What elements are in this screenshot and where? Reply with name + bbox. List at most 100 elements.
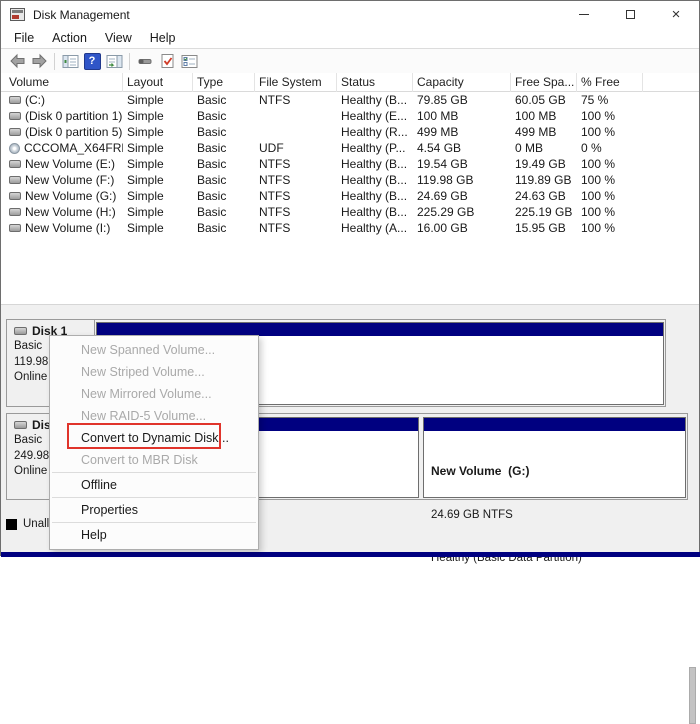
column-header-free-spa[interactable]: Free Spa... bbox=[511, 73, 577, 92]
cell-fs: NTFS bbox=[255, 205, 337, 219]
toolbar-separator bbox=[129, 53, 130, 70]
volume-row-new-volume-g[interactable]: New Volume (G:)SimpleBasicNTFSHealthy (B… bbox=[1, 188, 699, 204]
cell-pct: 100 % bbox=[577, 109, 643, 123]
back-icon[interactable] bbox=[6, 51, 28, 71]
help-icon[interactable]: ? bbox=[81, 51, 103, 71]
menu-help[interactable]: Help bbox=[141, 29, 185, 47]
menu-file[interactable]: File bbox=[5, 29, 43, 47]
maximize-icon bbox=[626, 10, 635, 19]
cell-type: Basic bbox=[193, 157, 255, 171]
cell-pct: 100 % bbox=[577, 125, 643, 139]
drive-icon bbox=[9, 208, 21, 216]
menu-bar: FileActionViewHelp bbox=[1, 28, 699, 48]
toolbar-separator bbox=[54, 53, 55, 70]
cell-fs: NTFS bbox=[255, 221, 337, 235]
cell-pct: 100 % bbox=[577, 205, 643, 219]
volume-row-new-volume-h[interactable]: New Volume (H:)SimpleBasicNTFSHealthy (B… bbox=[1, 204, 699, 220]
cell-status: Healthy (P... bbox=[337, 141, 413, 155]
cell-type: Basic bbox=[193, 221, 255, 235]
column-header-layout[interactable]: Layout bbox=[123, 73, 193, 92]
cell-free: 225.19 GB bbox=[511, 205, 577, 219]
cell-capacity: 225.29 GB bbox=[413, 205, 511, 219]
drive-icon bbox=[9, 160, 21, 168]
tool-icon[interactable] bbox=[134, 51, 156, 71]
cell-fs: NTFS bbox=[255, 173, 337, 187]
cell-capacity: 16.00 GB bbox=[413, 221, 511, 235]
cell-type: Basic bbox=[193, 125, 255, 139]
maximize-button[interactable] bbox=[607, 1, 653, 28]
cell-layout: Simple bbox=[123, 189, 193, 203]
volume-row-c[interactable]: (C:)SimpleBasicNTFSHealthy (B...79.85 GB… bbox=[1, 92, 699, 108]
volume-row-new-volume-e[interactable]: New Volume (E:)SimpleBasicNTFSHealthy (B… bbox=[1, 156, 699, 172]
column-header-status[interactable]: Status bbox=[337, 73, 413, 92]
column-header-capacity[interactable]: Capacity bbox=[413, 73, 511, 92]
disk-management-app-icon bbox=[10, 8, 25, 21]
checkmark-document-icon[interactable] bbox=[156, 51, 178, 71]
cell-volume: New Volume (F:) bbox=[5, 173, 123, 187]
volume-row-disk-0-partition-1[interactable]: (Disk 0 partition 1)SimpleBasicHealthy (… bbox=[1, 108, 699, 124]
menu-action[interactable]: Action bbox=[43, 29, 96, 47]
minimize-button[interactable] bbox=[561, 1, 607, 28]
cell-layout: Simple bbox=[123, 109, 193, 123]
cell-fs: NTFS bbox=[255, 189, 337, 203]
cell-free: 60.05 GB bbox=[511, 93, 577, 107]
cell-type: Basic bbox=[193, 141, 255, 155]
cell-layout: Simple bbox=[123, 173, 193, 187]
partition-strip-bottom-edge bbox=[1, 552, 700, 557]
context-menu-item-properties[interactable]: Properties bbox=[50, 499, 258, 521]
cell-free: 100 MB bbox=[511, 109, 577, 123]
volume-row-disk-0-partition-5[interactable]: (Disk 0 partition 5)SimpleBasicHealthy (… bbox=[1, 124, 699, 140]
forward-icon[interactable] bbox=[28, 51, 50, 71]
cell-status: Healthy (B... bbox=[337, 93, 413, 107]
disk2-partition-g[interactable]: New Volume (G:) 24.69 GB NTFS Healthy (B… bbox=[423, 417, 686, 498]
cell-capacity: 499 MB bbox=[413, 125, 511, 139]
cell-status: Healthy (A... bbox=[337, 221, 413, 235]
console-tree-icon[interactable] bbox=[59, 51, 81, 71]
column-header-free[interactable]: % Free bbox=[577, 73, 643, 92]
action-pane-icon[interactable] bbox=[103, 51, 125, 71]
cell-type: Basic bbox=[193, 205, 255, 219]
cell-pct: 100 % bbox=[577, 157, 643, 171]
scrollbar-thumb[interactable] bbox=[689, 667, 696, 724]
cell-pct: 0 % bbox=[577, 141, 643, 155]
cell-layout: Simple bbox=[123, 93, 193, 107]
menu-view[interactable]: View bbox=[96, 29, 141, 47]
volume-list: VolumeLayoutTypeFile SystemStatusCapacit… bbox=[1, 73, 699, 304]
column-header-type[interactable]: Type bbox=[193, 73, 255, 92]
cell-layout: Simple bbox=[123, 125, 193, 139]
disk-icon bbox=[14, 327, 27, 335]
context-menu-item-help[interactable]: Help bbox=[50, 524, 258, 546]
volume-row-new-volume-f[interactable]: New Volume (F:)SimpleBasicNTFSHealthy (B… bbox=[1, 172, 699, 188]
cell-type: Basic bbox=[193, 189, 255, 203]
cell-status: Healthy (B... bbox=[337, 157, 413, 171]
column-header-volume[interactable]: Volume bbox=[5, 73, 123, 92]
context-menu-item-offline[interactable]: Offline bbox=[50, 474, 258, 496]
checklist-icon[interactable] bbox=[178, 51, 200, 71]
pane-splitter[interactable] bbox=[1, 304, 699, 312]
volume-row-new-volume-i[interactable]: New Volume (I:)SimpleBasicNTFSHealthy (A… bbox=[1, 220, 699, 236]
disk-icon bbox=[14, 421, 27, 429]
partition-header-strip bbox=[424, 418, 685, 431]
cell-volume: CCCOMA_X64FRE... bbox=[5, 141, 123, 155]
title-bar: Disk Management × bbox=[1, 1, 699, 28]
cd-icon bbox=[9, 143, 20, 154]
column-header-file-system[interactable]: File System bbox=[255, 73, 337, 92]
cell-pct: 100 % bbox=[577, 189, 643, 203]
cell-volume: New Volume (H:) bbox=[5, 205, 123, 219]
close-button[interactable]: × bbox=[653, 1, 699, 28]
cell-pct: 75 % bbox=[577, 93, 643, 107]
volume-row-cccoma-x64fre[interactable]: CCCOMA_X64FRE...SimpleBasicUDFHealthy (P… bbox=[1, 140, 699, 156]
cell-volume: New Volume (I:) bbox=[5, 221, 123, 235]
drive-icon bbox=[9, 96, 21, 104]
context-menu-item-new-spanned-volume: New Spanned Volume... bbox=[50, 339, 258, 361]
partition-title: New Volume (G:) bbox=[431, 464, 685, 479]
disk-management-window: Disk Management × FileActionViewHelp ? bbox=[0, 0, 700, 556]
cell-capacity: 4.54 GB bbox=[413, 141, 511, 155]
toolbar: ? bbox=[1, 48, 699, 74]
cell-free: 19.49 GB bbox=[511, 157, 577, 171]
close-icon: × bbox=[672, 7, 681, 22]
volume-list-body: (C:)SimpleBasicNTFSHealthy (B...79.85 GB… bbox=[1, 92, 699, 236]
menu-separator bbox=[52, 522, 256, 523]
cell-volume: (Disk 0 partition 1) bbox=[5, 109, 123, 123]
drive-icon bbox=[9, 176, 21, 184]
